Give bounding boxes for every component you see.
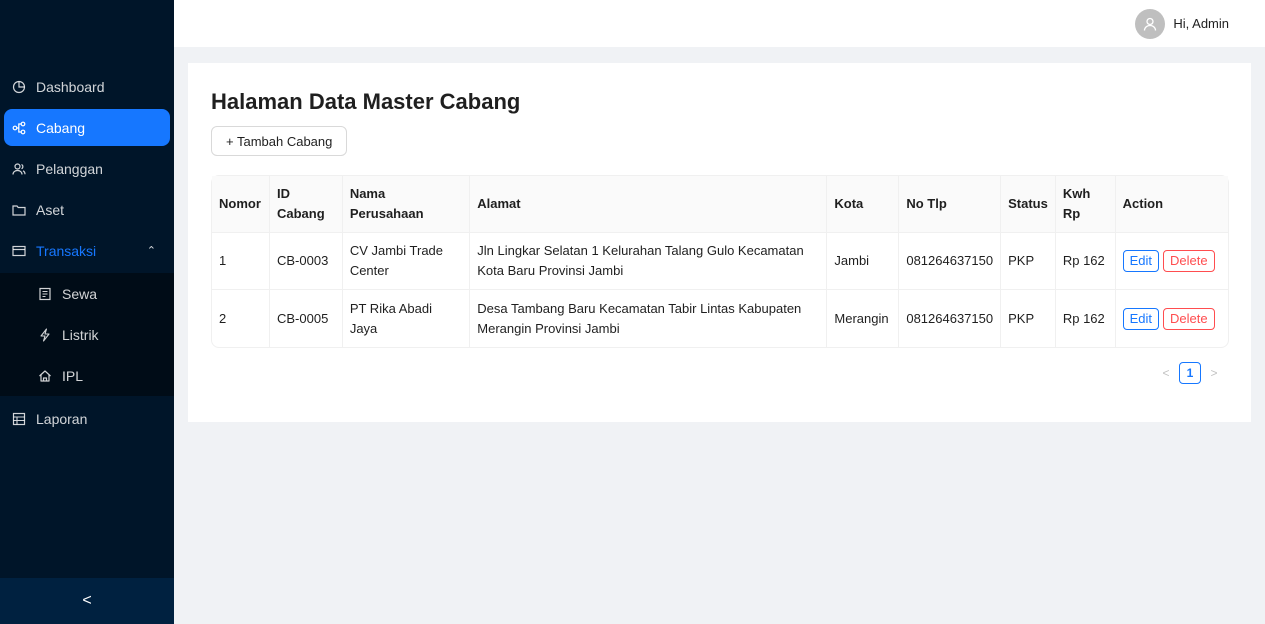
column-header-label: Kwh Rp: [1062, 186, 1091, 221]
cabang-table: Nomor ID Cabang Nama Perusahaan Alamat K…: [211, 175, 1229, 348]
cell-kota: Merangin: [827, 290, 900, 347]
sidebar-item-ipl[interactable]: IPL: [4, 355, 170, 396]
branches-icon: [12, 121, 26, 135]
top-header: Hi, Admin: [174, 0, 1265, 47]
sidebar-item-label: Cabang: [36, 119, 86, 136]
pagination-next-button[interactable]: >: [1207, 366, 1221, 380]
column-header: Action: [1115, 176, 1228, 233]
sidebar-item-label: Sewa: [62, 285, 98, 302]
add-cabang-button[interactable]: + Tambah Cabang: [211, 126, 348, 156]
cell-nama-perusahaan: CV Jambi Trade Center: [342, 233, 471, 290]
cell-id-cabang: CB-0005: [270, 290, 343, 347]
column-header: Nama Perusahaan: [342, 176, 471, 233]
pie-chart-icon: [12, 80, 26, 94]
pagination-prev-button[interactable]: <: [1159, 366, 1173, 380]
sidebar-item-listrik[interactable]: Listrik: [4, 314, 170, 355]
sidebar-item-label: Transaksi: [36, 242, 97, 259]
cell-alamat: Jln Lingkar Selatan 1 Kelurahan Talang G…: [470, 233, 828, 290]
cell-kwh: Rp 162: [1056, 290, 1116, 347]
cell-nama-perusahaan: PT Rika Abadi Jaya: [343, 290, 471, 347]
column-header: Kota: [827, 176, 900, 233]
cell-id-cabang: CB-0003: [269, 233, 343, 290]
cell-nomor: 2: [212, 290, 270, 347]
chevron-left-icon: <: [82, 592, 92, 609]
sidebar-item-label: IPL: [62, 367, 84, 384]
pagination: < 1 >: [1159, 362, 1221, 384]
sidebar-item-label: Aset: [36, 201, 65, 218]
edit-button[interactable]: Edit: [1122, 250, 1160, 272]
sidebar-item-cabang[interactable]: Cabang: [4, 109, 170, 146]
sidebar-item-aset[interactable]: Aset: [4, 191, 170, 228]
user-icon: [1144, 17, 1157, 31]
page-title: Halaman Data Master Cabang: [211, 89, 521, 114]
users-icon: [12, 162, 26, 176]
delete-button[interactable]: Delete: [1163, 307, 1215, 330]
table-row: 1 CB-0003 CV Jambi Trade Center Jln Ling…: [212, 233, 1228, 290]
sidebar-item-label: Dashboard: [36, 78, 105, 95]
table-row: 2 CB-0005 PT Rika Abadi Jaya Desa Tamban…: [212, 290, 1228, 347]
sidebar-item-label: Laporan: [36, 410, 88, 427]
table-header-row: Nomor ID Cabang Nama Perusahaan Alamat K…: [212, 176, 1228, 233]
home-icon: [38, 369, 52, 383]
column-header-label: ID Cabang: [276, 186, 325, 221]
column-header: ID Cabang: [269, 176, 343, 233]
sidebar-collapse-button[interactable]: <: [0, 578, 174, 624]
sidebar-item-dashboard[interactable]: Dashboard: [4, 68, 170, 105]
thunderbolt-icon: [38, 327, 52, 342]
sidebar-item-transaksi[interactable]: Transaksi ⌃: [4, 232, 170, 269]
file-text-icon: [38, 287, 52, 301]
sidebar-item-label: Listrik: [62, 326, 99, 343]
cell-nomor: 1: [212, 233, 270, 290]
sidebar-item-sewa[interactable]: Sewa: [4, 273, 170, 314]
folder-icon: [12, 203, 26, 217]
sidebar-item-pelanggan[interactable]: Pelanggan: [4, 150, 170, 187]
cell-alamat: Desa Tambang Baru Kecamatan Tabir Lintas…: [470, 290, 828, 347]
pagination-page-1[interactable]: 1: [1179, 362, 1201, 384]
cell-kwh: Rp 162: [1055, 233, 1116, 290]
table-icon: [12, 412, 26, 426]
credit-card-icon: [12, 244, 26, 258]
edit-button[interactable]: Edit: [1122, 307, 1160, 330]
column-header: Alamat: [470, 176, 828, 233]
delete-button[interactable]: Delete: [1163, 250, 1215, 272]
cell-action: Edit Delete: [1116, 290, 1228, 347]
cell-status: PKP: [1001, 233, 1056, 290]
main-content: Halaman Data Master Cabang + Tambah Caba…: [188, 63, 1251, 422]
cell-action: Edit Delete: [1115, 233, 1228, 290]
sidebar: Dashboard Cabang Pelanggan Aset Transaks…: [0, 0, 174, 624]
column-header: Status: [1001, 176, 1056, 233]
column-header: No Tlp: [899, 176, 1002, 233]
column-header: Kwh Rp: [1055, 176, 1116, 233]
cell-no-tlp: 081264637150: [899, 290, 1002, 347]
sidebar-item-label: Pelanggan: [36, 160, 103, 177]
user-greeting[interactable]: Hi, Admin: [1173, 16, 1229, 31]
cell-no-tlp: 081264637150: [899, 233, 1002, 290]
sidebar-submenu-transaksi: Sewa Listrik IPL: [0, 273, 174, 396]
cell-status: PKP: [1001, 290, 1056, 347]
sidebar-item-laporan[interactable]: Laporan: [4, 400, 170, 437]
cell-kota: Jambi: [827, 233, 900, 290]
column-header: Nomor: [212, 176, 270, 233]
avatar[interactable]: [1135, 8, 1166, 39]
sidebar-menu: Dashboard Cabang Pelanggan Aset Transaks…: [0, 64, 174, 441]
chevron-up-icon: ⌃: [146, 245, 156, 257]
